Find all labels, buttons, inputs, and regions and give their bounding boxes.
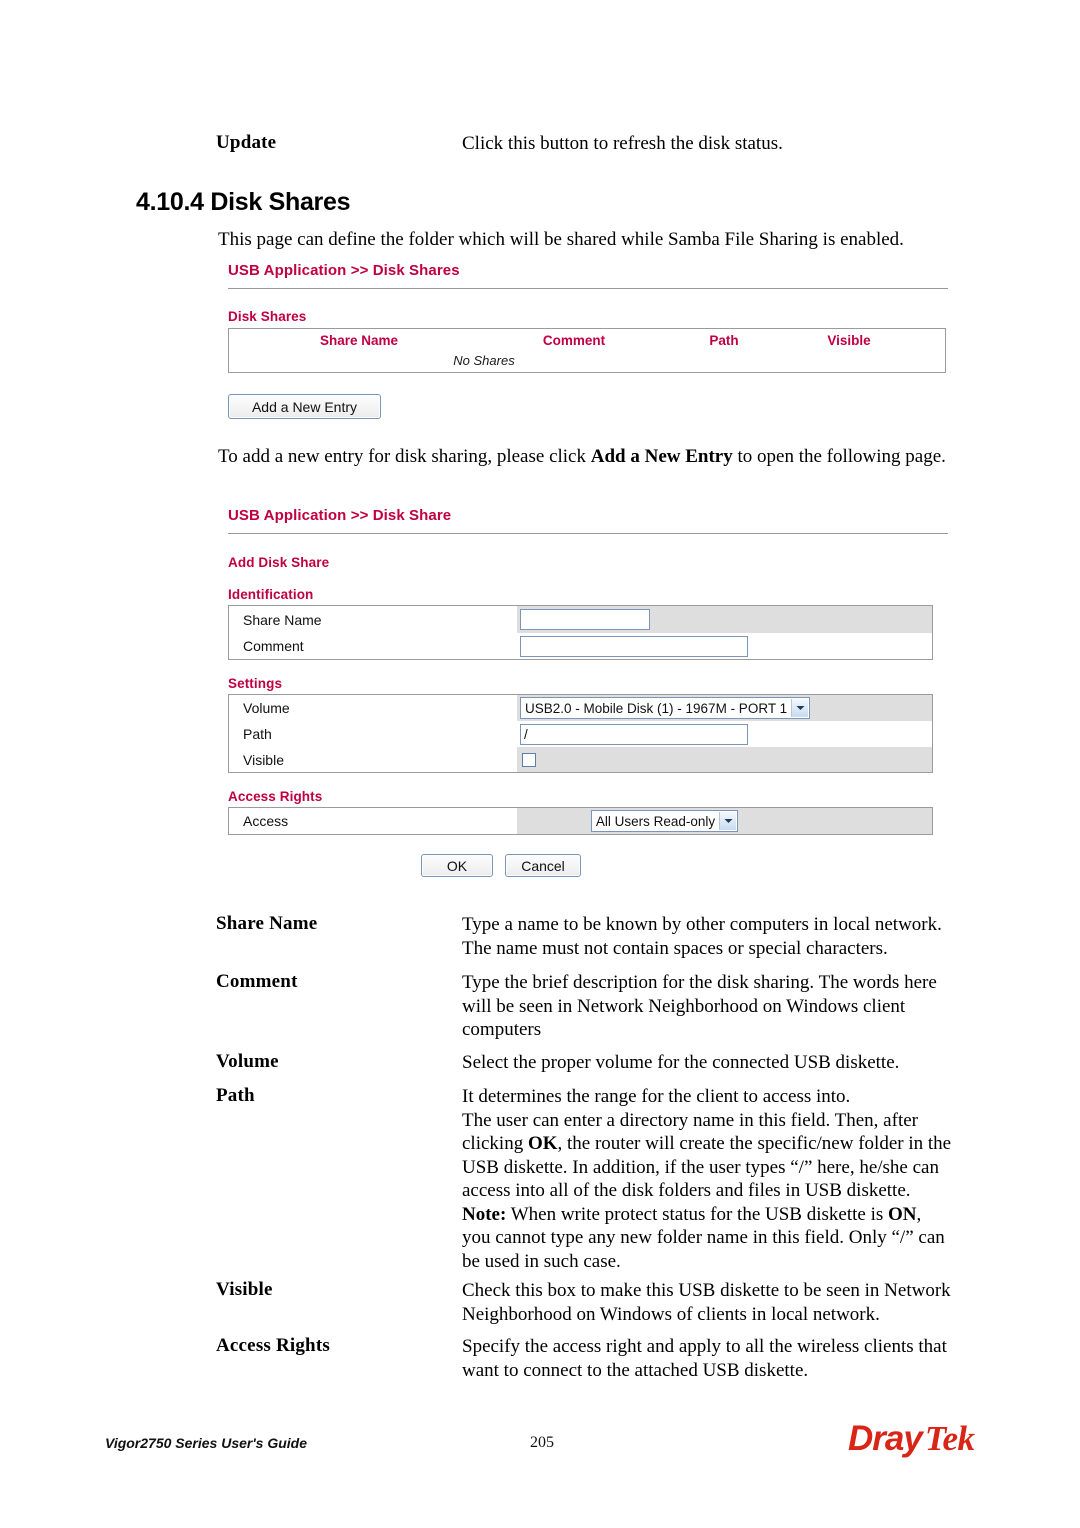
label-volume: Volume [243,700,290,716]
access-select-value: All Users Read-only [595,813,716,829]
document-page: Update Click this button to refresh the … [0,0,1080,1528]
volume-select[interactable]: USB2.0 - Mobile Disk (1) - 1967M - PORT … [520,697,811,719]
desc-line: The name must not contain spaces or spec… [462,937,888,959]
cell-access-select: All Users Read-only [517,808,932,834]
desc-line-path-note: Note: When write protect status for the … [462,1203,922,1225]
desc-line-path-ok: clicking OK, the router will create the … [462,1133,952,1154]
access-select[interactable]: All Users Read-only [590,810,739,832]
path-input[interactable] [520,723,748,745]
label-share-name: Share Name [243,611,322,628]
desc-line: Select the proper volume for the connect… [462,1052,900,1073]
desc-line: Type the brief description for the disk … [462,972,937,993]
definition-desc-access-rights: Specify the access right and apply to al… [462,1335,1007,1382]
cell-share-name-input [517,606,932,633]
form-title-add-disk-share: Add Disk Share [228,555,330,570]
desc-line: access into all of the disk folders and … [462,1180,911,1201]
breadcrumb-divider-2 [228,533,948,534]
breadcrumb-divider [228,288,948,289]
ok-button[interactable]: OK [421,854,493,877]
row-path: Path [229,721,932,747]
column-header-comment: Comment [542,333,606,348]
table-header-row: Share Name Comment Path Visible [229,329,945,352]
mid-paragraph-after: to open the following page. [732,446,946,467]
chevron-down-icon-2 [719,812,737,830]
column-header-visible: Visible [827,333,871,348]
desc-line: USB diskette. In addition, if the user t… [462,1156,939,1178]
mid-paragraph-before: To add a new entry for disk sharing, ple… [218,446,591,467]
row-visible: Visible [229,747,932,772]
mid-paragraph-bold: Add a New Entry [590,446,733,467]
cell-comment-input [517,633,932,659]
desc-line: computers [462,1019,542,1040]
definition-desc-update: Click this button to refresh the disk st… [462,133,783,154]
desc-line: want to connect to the attached USB disk… [462,1359,809,1381]
logo-text-dray: Dray [848,1419,923,1458]
logo-text-tek: Tek [924,1419,975,1458]
cell-volume-select: USB2.0 - Mobile Disk (1) - 1967M - PORT … [517,695,932,721]
share-name-input[interactable] [520,609,650,630]
row-comment: Comment [229,633,932,659]
form-action-buttons: OK Cancel [421,854,948,877]
section-label-settings: Settings [228,676,283,691]
definition-term-share-name: Share Name [216,913,318,934]
screenshot-disk-share-form: USB Application >> Disk Share Add Disk S… [228,507,948,877]
definition-desc-path: It determines the range for the client t… [462,1085,1007,1273]
draytek-logo: DrayTek [848,1419,975,1459]
chevron-down-icon [791,699,809,717]
definition-desc-comment: Type the brief description for the disk … [462,971,992,1042]
volume-select-value: USB2.0 - Mobile Disk (1) - 1967M - PORT … [525,700,788,716]
label-visible: Visible [243,751,284,768]
label-access: Access [243,813,289,829]
definition-term-volume: Volume [216,1051,279,1072]
desc-line: Neighborhood on Windows of clients in lo… [462,1303,880,1325]
desc-line: will be seen in Network Neighborhood on … [462,995,906,1017]
row-share-name: Share Name [229,606,932,633]
definition-desc-volume: Select the proper volume for the connect… [462,1051,992,1075]
column-header-path: Path [709,333,739,348]
cell-path-input [517,721,932,747]
definition-term-path: Path [216,1085,255,1106]
identification-table: Share Name Comment [228,605,933,660]
access-rights-table: Access All Users Read-only [228,807,933,835]
desc-line: you cannot type any new folder name in t… [462,1227,945,1248]
cancel-button[interactable]: Cancel [505,854,581,877]
cell-visible-checkbox [517,747,932,772]
definition-term-update: Update [216,132,277,153]
desc-line: Type a name to be known by other compute… [462,914,942,935]
disk-shares-table: Share Name Comment Path Visible No Share… [228,328,946,373]
breadcrumb-disk-share: USB Application >> Disk Share [228,507,452,524]
desc-line: It determines the range for the client t… [462,1086,851,1107]
page-heading: 4.10.4 Disk Shares [136,188,351,216]
label-path: Path [243,726,272,742]
desc-line: The user can enter a directory name in t… [462,1109,918,1131]
desc-line: Check this box to make this USB diskette… [462,1280,951,1301]
row-access: Access All Users Read-only [229,808,932,834]
footer-guide-title: Vigor2750 Series User's Guide [105,1435,308,1451]
definition-desc-visible: Check this box to make this USB diskette… [462,1279,1007,1326]
definition-term-visible: Visible [216,1279,273,1300]
section-label-disk-shares: Disk Shares [228,309,307,324]
table-empty-message: No Shares [453,353,515,368]
section-label-access-rights: Access Rights [228,789,323,804]
comment-input[interactable] [520,635,748,657]
definition-term-comment: Comment [216,971,298,992]
definition-term-access-rights: Access Rights [216,1335,330,1356]
mid-paragraph: To add a new entry for disk sharing, ple… [218,444,958,469]
screenshot-disk-shares: USB Application >> Disk Shares Disk Shar… [228,262,948,422]
visible-checkbox[interactable] [522,752,536,767]
row-volume: Volume USB2.0 - Mobile Disk (1) - 1967M … [229,695,932,721]
label-comment: Comment [243,638,304,654]
desc-line: Specify the access right and apply to al… [462,1336,947,1357]
definition-desc-share-name: Type a name to be known by other compute… [462,913,992,960]
column-header-share-name: Share Name [319,333,399,348]
intro-paragraph: This page can define the folder which wi… [218,229,904,250]
settings-table: Volume USB2.0 - Mobile Disk (1) - 1967M … [228,694,933,773]
section-label-identification: Identification [228,587,314,602]
footer-page-number: 205 [530,1434,554,1451]
desc-line: be used in such case. [462,1250,621,1272]
add-a-new-entry-button[interactable]: Add a New Entry [228,394,381,419]
breadcrumb-disk-shares: USB Application >> Disk Shares [228,262,460,279]
